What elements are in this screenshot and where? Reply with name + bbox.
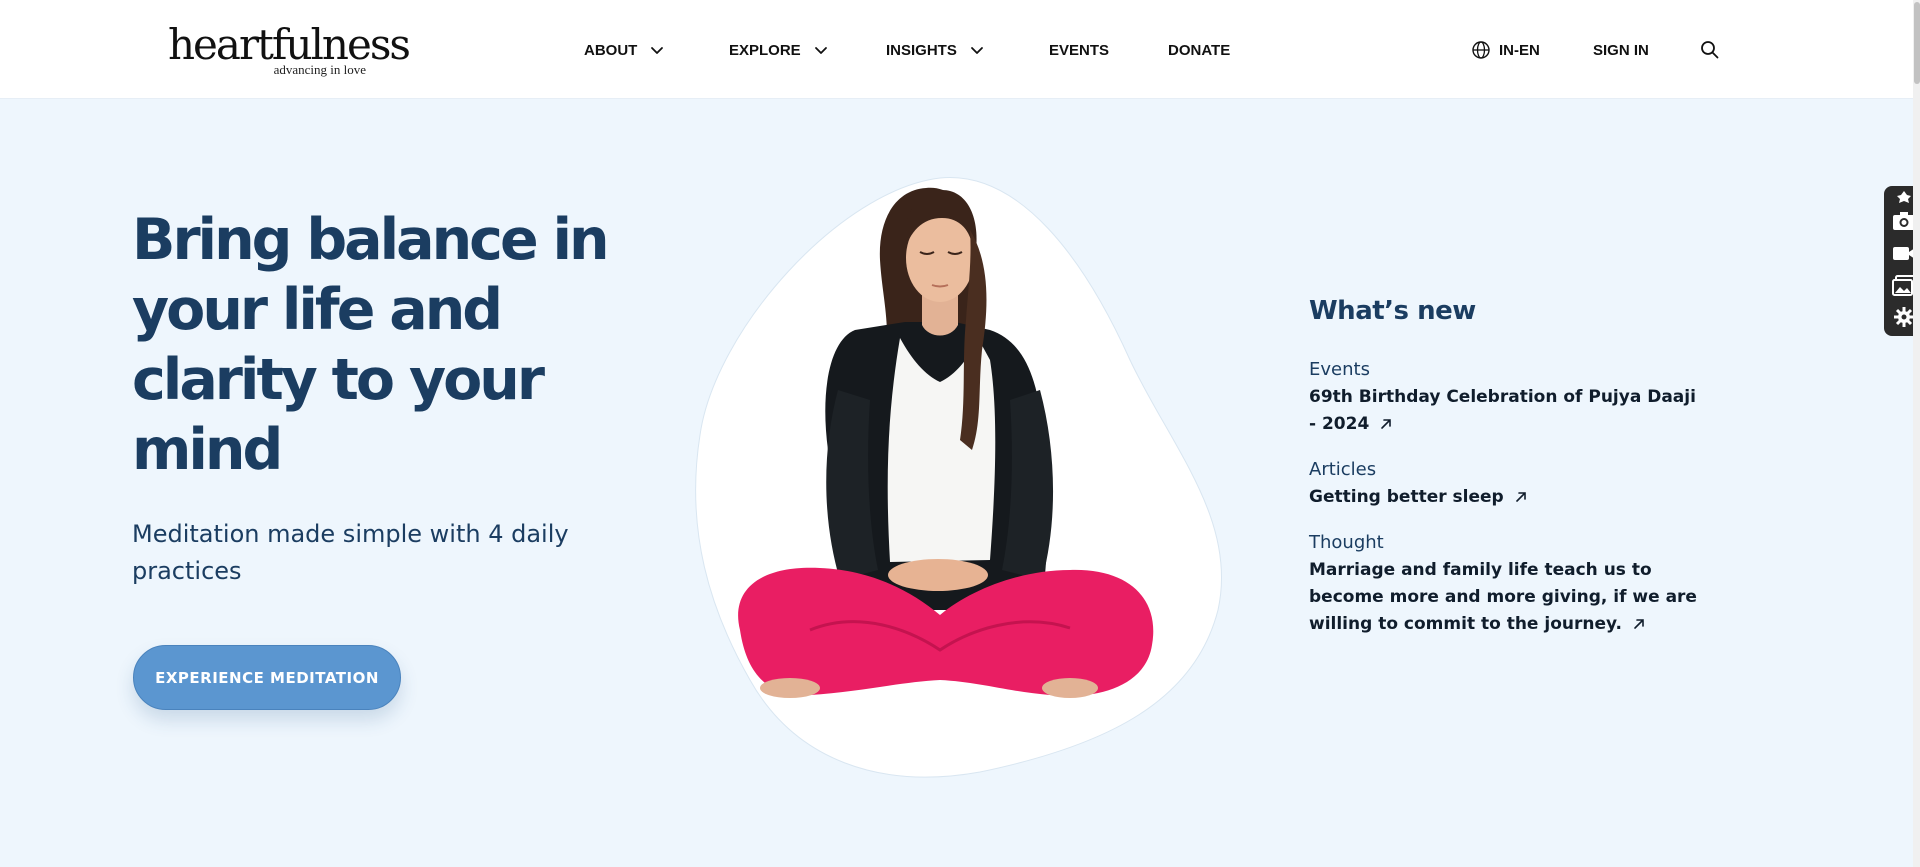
nav-about[interactable]: ABOUT: [584, 38, 665, 62]
arrow-up-right-icon: [1381, 419, 1392, 429]
arrow-up-right-icon: [1634, 619, 1644, 629]
whats-new-heading: What’s new: [1309, 296, 1476, 326]
nav-events[interactable]: EVENTS: [1049, 38, 1109, 62]
locale-label: IN-EN: [1499, 41, 1540, 59]
link-event-birthday-text: 69th Birthday Celebration of Pujya Daaji…: [1309, 387, 1696, 434]
experience-meditation-button[interactable]: EXPERIENCE MEDITATION: [133, 645, 401, 710]
link-event-birthday[interactable]: 69th Birthday Celebration of Pujya Daaji…: [1309, 384, 1699, 438]
hero-subtitle: Meditation made simple with 4 daily prac…: [132, 520, 569, 585]
nav-explore-label: EXPLORE: [729, 41, 801, 59]
search-icon[interactable]: [1699, 39, 1721, 61]
nav-events-label: EVENTS: [1049, 41, 1110, 59]
chevron-down-icon: [970, 47, 983, 54]
nav-insights-label: INSIGHTS: [886, 41, 957, 59]
chevron-down-icon: [651, 47, 664, 54]
signin-label: SIGN IN: [1593, 41, 1649, 59]
locale-selector[interactable]: IN-EN: [1471, 38, 1540, 62]
hero-image: [690, 160, 1230, 780]
chevron-down-icon: [814, 47, 827, 54]
scrollbar-thumb[interactable]: [1914, 2, 1920, 84]
nav-about-label: ABOUT: [584, 41, 638, 59]
category-events: Events: [1309, 359, 1370, 380]
site-header: heartfulness advancing in love ABOUT EXP…: [0, 0, 1920, 99]
brand-logo[interactable]: heartfulness advancing in love: [168, 22, 411, 78]
signin-link[interactable]: SIGN IN: [1593, 38, 1649, 62]
category-articles: Articles: [1309, 459, 1377, 480]
meditation-illustration: [695, 177, 1223, 778]
arrow-up-right-icon: [1515, 492, 1526, 502]
logo-tagline: advancing in love: [273, 62, 366, 77]
nav-donate[interactable]: DONATE: [1168, 38, 1230, 62]
link-article-sleep[interactable]: Getting better sleep: [1309, 484, 1699, 511]
link-article-sleep-text: Getting better sleep: [1309, 487, 1504, 507]
link-thought[interactable]: Marriage and family life teach us to bec…: [1309, 557, 1699, 638]
page-scrollbar[interactable]: [1913, 0, 1920, 867]
globe-icon: [1472, 41, 1490, 59]
category-thought: Thought: [1309, 532, 1384, 553]
nav-insights[interactable]: INSIGHTS: [886, 38, 985, 62]
hero-title: Bring balance in your life and clarity t…: [132, 207, 610, 483]
nav-explore[interactable]: EXPLORE: [729, 38, 829, 62]
nav-donate-label: DONATE: [1168, 41, 1231, 59]
